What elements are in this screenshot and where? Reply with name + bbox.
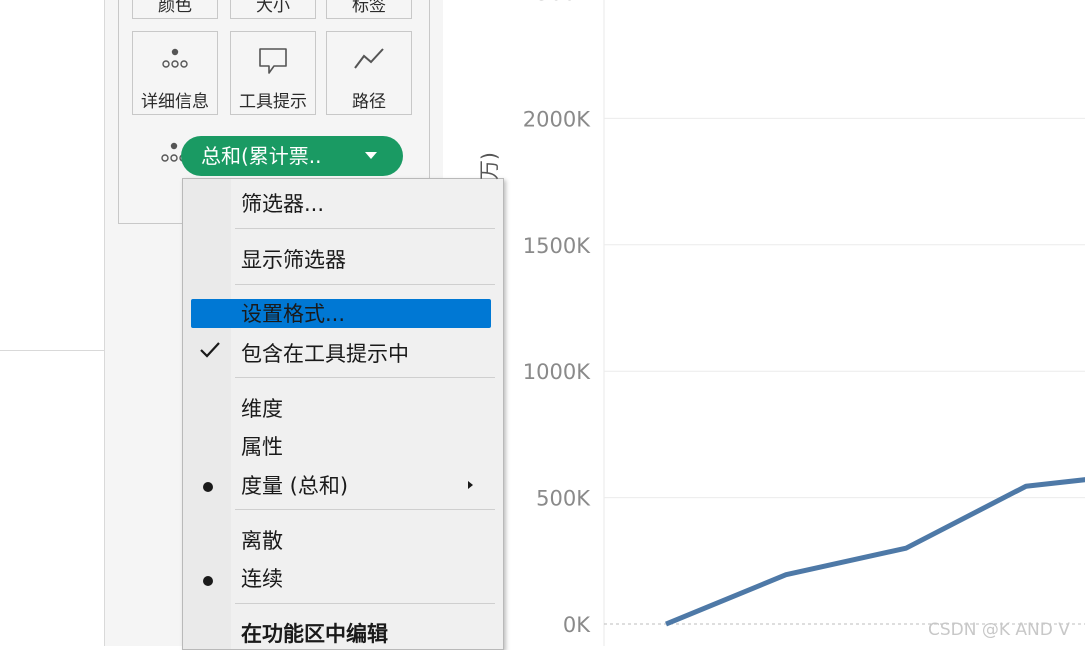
menu-item-format[interactable]: 设置格式... [241,299,345,329]
menu-item-include-in-tooltip[interactable]: 包含在工具提示中 [241,339,409,369]
path-line-icon [327,46,411,76]
tooltip-label: 工具提示 [239,92,307,112]
y-tick-label: 0K [563,613,591,637]
tooltip-speech-bubble-icon [231,46,315,76]
y-tick-label: 500K [536,487,591,511]
y-tick-label: 1000K [523,360,591,384]
radio-dot-icon [203,576,213,586]
chevron-down-icon[interactable] [365,152,377,159]
label-label: 标签 [352,0,386,16]
menu-item-dimension[interactable]: 维度 [241,394,283,424]
check-icon [199,341,221,363]
y-tick-label: 2500K [523,0,591,5]
measure-pill[interactable]: 总和(累计票.. [181,136,403,176]
menu-item-attribute[interactable]: 属性 [241,432,283,462]
size-label: 大小 [256,0,290,16]
menu-item-continuous[interactable]: 连续 [241,564,283,594]
menu-item-filter[interactable]: 筛选器... [241,189,324,219]
y-tick-label: 1500K [523,234,591,258]
path-button[interactable]: 路径 [326,31,412,115]
measure-pill-label: 总和(累计票.. [201,144,322,168]
series-line[interactable] [665,477,1085,627]
tooltip-button[interactable]: 工具提示 [230,31,316,115]
size-button[interactable]: 大小 [230,0,316,19]
menu-item-measure-sum[interactable]: 度量 (总和) [241,471,348,501]
line-chart: 0K 500K 1000K 1500K 2000K 2500K 万) [477,0,1085,646]
menu-item-edit-in-shelf[interactable]: 在功能区中编辑 [241,619,388,649]
left-blank-area [0,0,104,646]
y-tick-label: 2000K [523,107,591,131]
color-button[interactable]: 颜色 [132,0,218,19]
left-divider [0,350,104,351]
radio-dot-icon [203,482,213,492]
color-label: 颜色 [158,0,192,16]
watermark: CSDN @K AND V [928,620,1070,640]
detail-button[interactable]: 详细信息 [132,31,218,115]
detail-dots-icon [133,46,217,76]
menu-item-discrete[interactable]: 离散 [241,526,283,556]
path-label: 路径 [352,92,386,112]
menu-item-show-filter[interactable]: 显示筛选器 [241,245,346,275]
y-axis-title: 万) [477,152,501,180]
detail-label: 详细信息 [141,92,209,112]
label-button[interactable]: 标签 [326,0,412,19]
